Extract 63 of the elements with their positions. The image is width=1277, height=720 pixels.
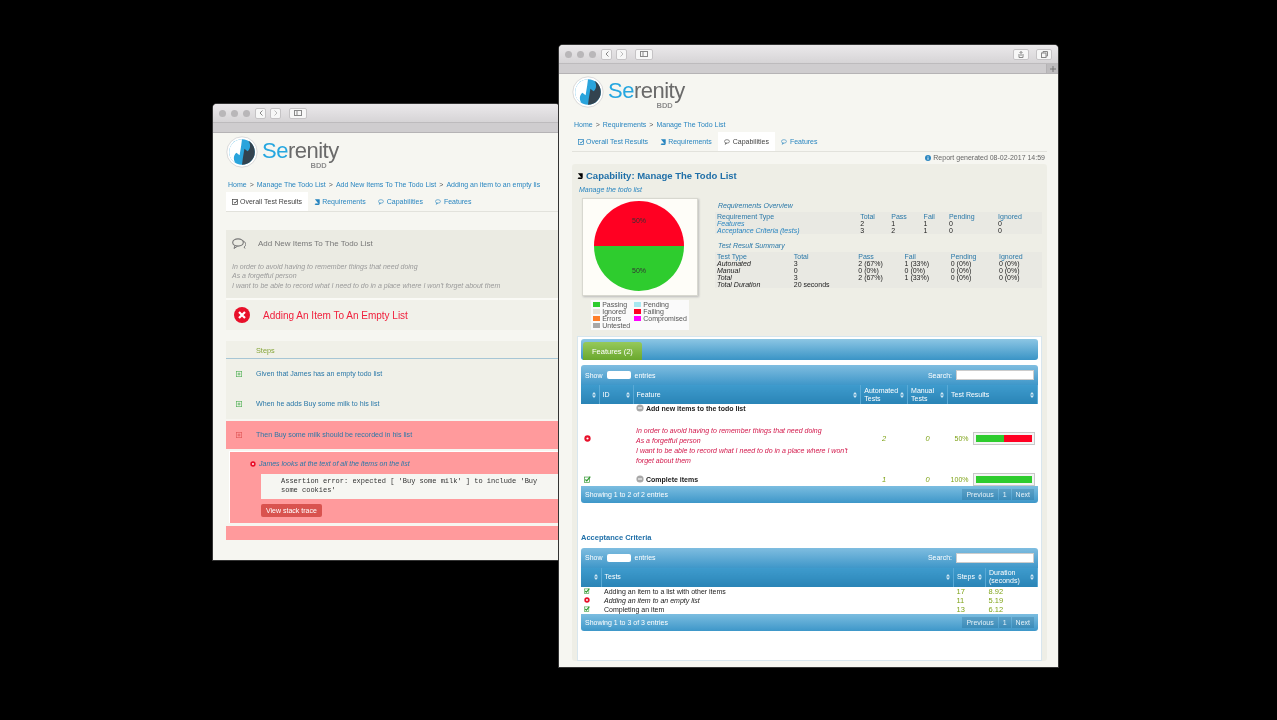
- sort-icon: [853, 391, 858, 398]
- logo-text: Serenity: [608, 80, 685, 102]
- chat-icon: [780, 138, 788, 145]
- chat-icon: [434, 198, 442, 205]
- sort-icon: [591, 391, 596, 398]
- sidebar-icon: [640, 51, 648, 57]
- logo-text: Serenity: [262, 140, 339, 162]
- sort-icon: [900, 391, 905, 398]
- share-icon: [1018, 50, 1024, 58]
- scenario-title: Adding An Item To An Empty List: [263, 309, 408, 321]
- chat-icon: [377, 198, 385, 205]
- chevron-left-icon: [258, 110, 263, 116]
- sidebar-button[interactable]: [635, 48, 653, 60]
- zoom-button[interactable]: [589, 50, 596, 58]
- minimize-button[interactable]: [577, 50, 584, 58]
- search-field[interactable]: [956, 552, 1034, 563]
- logo-icon: [572, 76, 604, 108]
- sort-icon: [946, 574, 950, 581]
- search-field[interactable]: [956, 370, 1034, 380]
- plus-icon: [1049, 65, 1056, 72]
- sort-icon: [1030, 574, 1034, 581]
- back-button[interactable]: [255, 107, 266, 119]
- expand-icon[interactable]: [636, 475, 644, 484]
- chat-icon: [723, 138, 731, 145]
- chat-icon: [232, 238, 246, 249]
- logo-icon: [226, 136, 258, 168]
- story-title: Add New Items To The Todo List: [258, 239, 373, 248]
- expand-icon[interactable]: [236, 432, 242, 439]
- zoom-button[interactable]: [243, 109, 250, 117]
- checkbox-icon: [578, 138, 584, 145]
- column-header[interactable]: [581, 385, 599, 404]
- tabs-button[interactable]: [1036, 48, 1052, 60]
- new-tab-button[interactable]: [1046, 64, 1058, 73]
- book-icon: [660, 138, 667, 145]
- forward-button[interactable]: [616, 48, 627, 60]
- sort-icon: [625, 391, 630, 398]
- capability-title: Capability: Manage The Todo List: [586, 170, 737, 181]
- tabs-icon: [1040, 50, 1048, 58]
- sidebar-button[interactable]: [289, 107, 307, 119]
- close-button[interactable]: [565, 50, 572, 58]
- sort-icon: [978, 574, 982, 581]
- expand-icon[interactable]: [236, 401, 242, 408]
- entries-select[interactable]: [606, 371, 631, 379]
- close-button[interactable]: [219, 109, 226, 117]
- chevron-right-icon: [619, 51, 624, 57]
- minimize-button[interactable]: [231, 109, 238, 117]
- sort-icon: [593, 574, 598, 581]
- book-icon: [314, 198, 321, 205]
- chevron-right-icon: [273, 110, 278, 116]
- sort-icon: [1030, 391, 1034, 398]
- expand-icon[interactable]: [236, 371, 242, 378]
- back-button[interactable]: [601, 48, 612, 60]
- sidebar-icon: [294, 110, 302, 116]
- share-button[interactable]: [1013, 48, 1029, 60]
- info-icon: [925, 154, 932, 161]
- book-icon: [577, 172, 583, 179]
- fail-fill: [1003, 434, 1032, 442]
- forward-button[interactable]: [270, 107, 281, 119]
- chevron-left-icon: [604, 51, 609, 57]
- checkbox-icon: [232, 198, 238, 205]
- entries-select[interactable]: [606, 553, 631, 562]
- sort-icon: [940, 391, 945, 398]
- expand-icon[interactable]: [636, 404, 644, 412]
